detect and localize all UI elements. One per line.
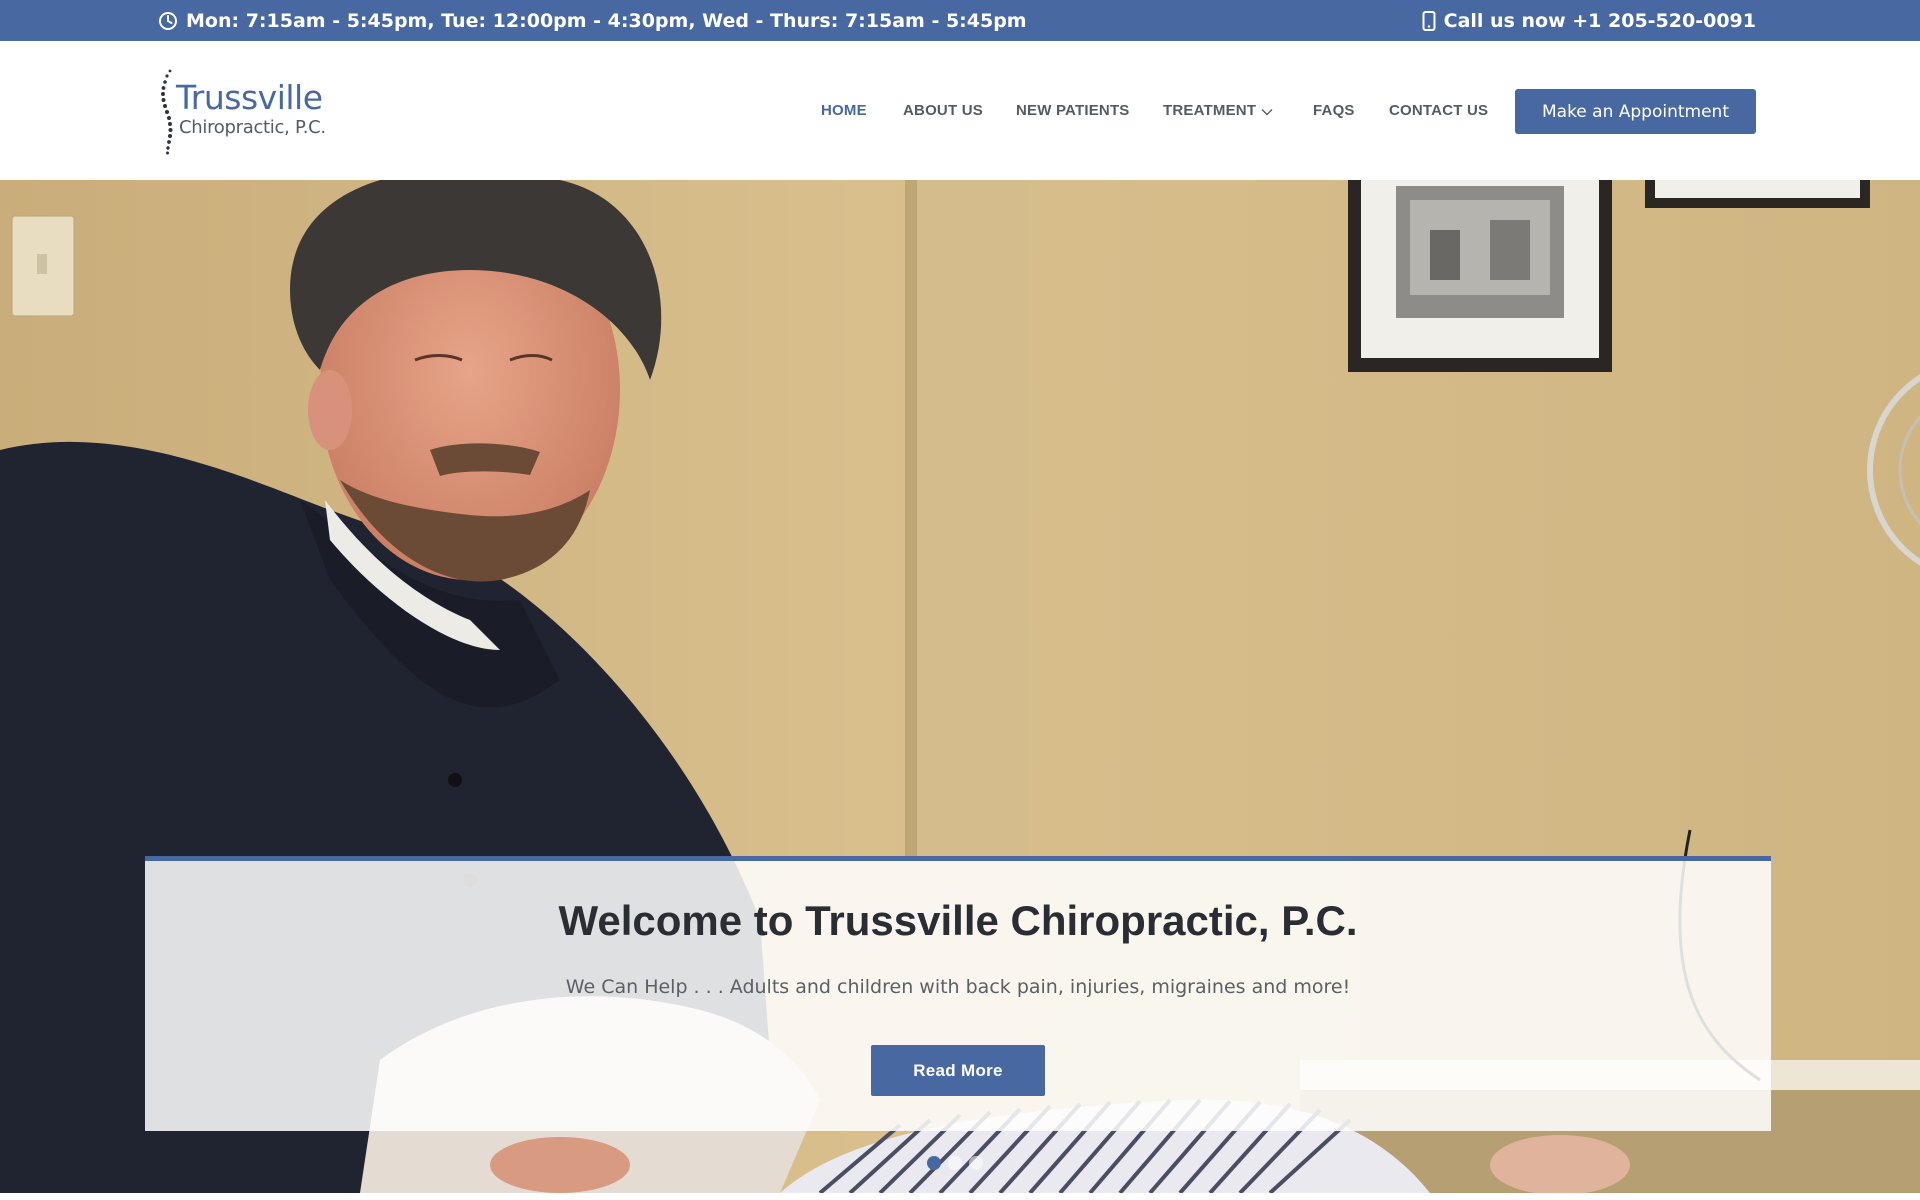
chevron-down-icon — [1261, 103, 1273, 120]
site-header: Trussville Chiropractic, P.C. HOME ABOUT… — [0, 41, 1920, 180]
nav-new-patients[interactable]: NEW PATIENTS — [1016, 102, 1130, 119]
read-more-button[interactable]: Read More — [871, 1045, 1045, 1096]
hero-slider: Welcome to Trussville Chiropractic, P.C.… — [0, 180, 1920, 1193]
clock-icon — [158, 11, 178, 31]
slider-dots — [927, 1156, 983, 1170]
office-hours-text: Mon: 7:15am - 5:45pm, Tue: 12:00pm - 4:3… — [186, 9, 1027, 32]
top-info-bar: Mon: 7:15am - 5:45pm, Tue: 12:00pm - 4:3… — [0, 0, 1920, 41]
call-us-text[interactable]: Call us now +1 205-520-0091 — [1444, 10, 1756, 32]
hero-subtitle: We Can Help . . . Adults and children wi… — [565, 976, 1351, 998]
slider-dot-2[interactable] — [948, 1156, 962, 1170]
make-appointment-button[interactable]: Make an Appointment — [1515, 89, 1756, 134]
hero-caption: Welcome to Trussville Chiropractic, P.C.… — [145, 856, 1771, 1131]
nav-contact-us[interactable]: CONTACT US — [1389, 102, 1488, 119]
main-nav: HOME ABOUT US NEW PATIENTS TREATMENT FAQ… — [0, 41, 1920, 180]
hero-title: Welcome to Trussville Chiropractic, P.C. — [558, 897, 1358, 944]
nav-treatment[interactable]: TREATMENT — [1163, 102, 1273, 120]
slider-dot-3[interactable] — [969, 1156, 983, 1170]
nav-faqs[interactable]: FAQS — [1313, 102, 1355, 119]
mobile-phone-icon — [1422, 10, 1436, 31]
page-bottom-edge — [0, 1193, 1920, 1200]
nav-about-us[interactable]: ABOUT US — [903, 102, 983, 119]
office-hours: Mon: 7:15am - 5:45pm, Tue: 12:00pm - 4:3… — [158, 0, 1027, 41]
call-us[interactable]: Call us now +1 205-520-0091 — [1422, 0, 1756, 41]
slider-dot-1[interactable] — [927, 1156, 941, 1170]
nav-home[interactable]: HOME — [821, 102, 867, 119]
nav-treatment-label: TREATMENT — [1163, 102, 1257, 119]
